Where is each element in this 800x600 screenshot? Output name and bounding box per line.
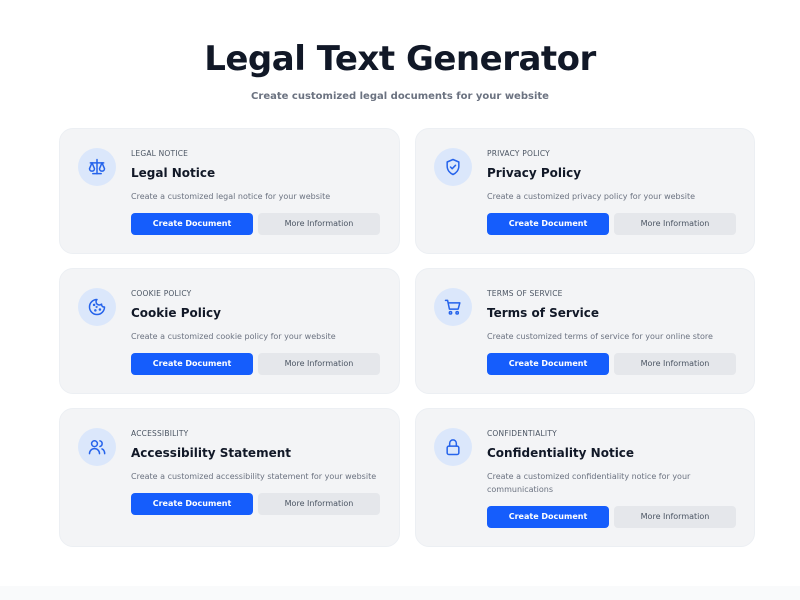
page-subtitle: Create customized legal documents for yo…: [251, 91, 549, 102]
create-document-button[interactable]: Create Document: [131, 213, 253, 235]
card-category: ACCESSIBILITY: [131, 429, 189, 438]
card-title: Accessibility Statement: [131, 446, 291, 460]
card-confidentiality-notice: CONFIDENTIALITY Confidentiality Notice C…: [415, 408, 755, 547]
card-description: Create a customized confidentiality noti…: [487, 472, 691, 494]
create-document-button[interactable]: Create Document: [487, 353, 609, 375]
card-description: Create customized terms of service for y…: [487, 332, 713, 341]
scale-icon: [78, 148, 116, 186]
more-information-button[interactable]: More Information: [614, 213, 736, 235]
more-information-button[interactable]: More Information: [258, 353, 380, 375]
card-description: Create a customized cookie policy for yo…: [131, 332, 336, 341]
card-description: Create a customized privacy policy for y…: [487, 192, 696, 201]
create-document-button[interactable]: Create Document: [487, 506, 609, 528]
card-title: Terms of Service: [487, 306, 600, 320]
create-document-button[interactable]: Create Document: [487, 213, 609, 235]
more-information-button[interactable]: More Information: [258, 213, 380, 235]
card-accessibility-statement: ACCESSIBILITY Accessibility Statement Cr…: [59, 408, 400, 547]
card-category: LEGAL NOTICE: [131, 149, 189, 158]
card-category: PRIVACY POLICY: [487, 149, 550, 158]
more-information-button[interactable]: More Information: [614, 506, 736, 528]
footer-strip: [0, 586, 800, 600]
more-information-button[interactable]: More Information: [614, 353, 736, 375]
card-title: Privacy Policy: [487, 166, 582, 180]
lock-icon: [434, 428, 472, 466]
card-description: Create a customized accessibility statem…: [131, 472, 377, 481]
card-title: Cookie Policy: [131, 306, 221, 320]
card-cookie-policy: COOKIE POLICY Cookie Policy Create a cus…: [59, 268, 400, 394]
card-title: Legal Notice: [131, 166, 216, 180]
shopping-cart-icon: [434, 288, 472, 326]
page: Legal Text Generator Create customized l…: [0, 0, 800, 600]
users-icon: [78, 428, 116, 466]
card-terms-of-service: TERMS OF SERVICE Terms of Service Create…: [415, 268, 755, 394]
create-document-button[interactable]: Create Document: [131, 493, 253, 515]
create-document-button[interactable]: Create Document: [131, 353, 253, 375]
card-privacy-policy: PRIVACY POLICY Privacy Policy Create a c…: [415, 128, 755, 254]
card-category: TERMS OF SERVICE: [487, 289, 563, 298]
card-category: COOKIE POLICY: [131, 289, 192, 298]
card-category: CONFIDENTIALITY: [487, 429, 557, 438]
cookie-icon: [78, 288, 116, 326]
page-title: Legal Text Generator: [204, 39, 596, 79]
card-description: Create a customized legal notice for you…: [131, 192, 331, 201]
more-information-button[interactable]: More Information: [258, 493, 380, 515]
card-legal-notice: LEGAL NOTICE Legal Notice Create a custo…: [59, 128, 400, 254]
shield-check-icon: [434, 148, 472, 186]
card-title: Confidentiality Notice: [487, 446, 635, 460]
